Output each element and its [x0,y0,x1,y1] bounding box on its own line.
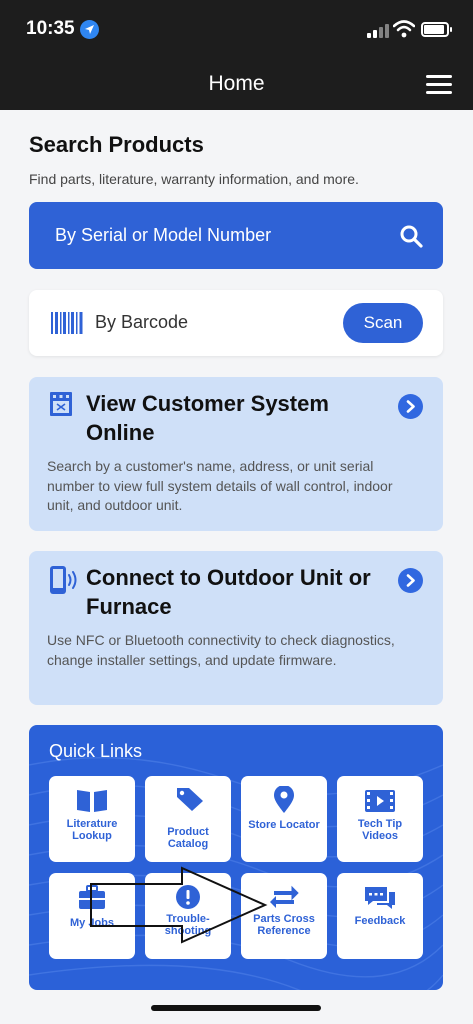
book-icon [77,790,107,812]
search-icon [400,225,423,248]
alert-icon [176,885,200,909]
scan-button[interactable]: Scan [343,303,423,343]
tile-product-catalog[interactable]: Product Catalog [145,776,231,862]
card-title: Connect to Outdoor Unit or Furnace [86,565,371,619]
home-indicator [151,1005,321,1011]
page-nav-title: Home [208,72,265,95]
tile-label: Trouble-shooting [164,913,212,937]
video-icon [365,790,395,812]
tile-label: Parts Cross Reference [253,913,315,937]
view-customer-system-card[interactable]: View Customer System Online Search by a … [29,377,443,531]
card-description: Search by a customer's name, address, or… [47,458,393,513]
tile-tech-tip-videos[interactable]: Tech Tip Videos [337,776,423,862]
barcode-icon [51,312,83,334]
tile-parts-cross-reference[interactable]: Parts Cross Reference [241,873,327,959]
card-description: Use NFC or Bluetooth connectivity to che… [47,632,395,668]
map-pin-icon [274,786,294,813]
tile-label: Feedback [354,915,406,927]
status-bar: 10:35 [0,0,473,60]
tile-feedback[interactable]: Feedback [337,873,423,959]
tile-label: Literature Lookup [66,818,118,842]
swap-arrows-icon [270,885,299,908]
building-icon [50,392,72,416]
connect-outdoor-unit-card[interactable]: Connect to Outdoor Unit or Furnace Use N… [29,551,443,705]
battery-icon [421,22,452,37]
tile-troubleshooting[interactable]: Trouble-shooting [145,873,231,959]
chevron-right-icon[interactable] [398,568,423,593]
cellular-signal-icon [367,24,389,38]
status-time: 10:35 [26,18,75,39]
quick-links-panel: Quick Links Literature Lookup Product Ca… [29,725,443,990]
tag-icon [177,788,203,811]
tile-label: Store Locator [248,819,320,831]
barcode-label: By Barcode [95,312,189,332]
tile-literature-lookup[interactable]: Literature Lookup [49,776,135,862]
phone-signal-icon [50,566,77,594]
serial-search-label: By Serial or Model Number [55,225,272,245]
chevron-right-icon[interactable] [398,394,423,419]
wifi-icon [393,20,415,38]
hamburger-menu-icon[interactable] [426,75,452,95]
tile-label: My Jobs [69,917,114,929]
tile-label: Product Catalog [167,826,209,850]
page-subtitle: Find parts, literature, warranty informa… [29,171,359,187]
location-arrow-icon [80,20,99,39]
nav-bar: Home [0,60,473,110]
chat-icon [365,887,395,909]
briefcase-icon [79,885,105,909]
tile-store-locator[interactable]: Store Locator [241,776,327,862]
tile-my-jobs[interactable]: My Jobs [49,873,135,959]
quick-links-title: Quick Links [49,741,143,761]
barcode-search-card[interactable]: By Barcode Scan [29,290,443,356]
tile-label: Tech Tip Videos [357,818,403,842]
page-title: Search Products [29,132,204,157]
card-title: View Customer System Online [86,391,329,445]
serial-model-search-button[interactable]: By Serial or Model Number [29,202,443,269]
main-content: Search Products Find parts, literature, … [0,110,473,1024]
